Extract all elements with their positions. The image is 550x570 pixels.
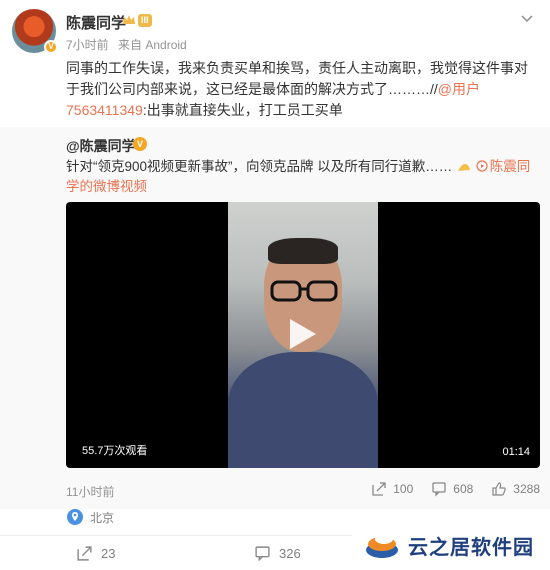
watermark: 云之居软件园	[352, 521, 550, 570]
repost-like-button[interactable]: 3288	[491, 481, 540, 497]
chevron-down-icon[interactable]	[518, 9, 536, 27]
watermark-logo-icon	[366, 533, 398, 558]
post-header: V 陈震同学 III 7小时前 来自 Android	[12, 9, 538, 54]
share-icon	[77, 546, 92, 561]
repost-footer: 11小时前 100 608 3288	[66, 481, 540, 501]
video-player[interactable]: 55.7万次观看 01:14	[66, 202, 540, 468]
post-meta: 7小时前 来自 Android	[66, 36, 187, 53]
post-text-tail: :出事就直接失业，打工员工买单	[142, 102, 343, 118]
comment-button[interactable]: 326	[254, 545, 301, 562]
post-source: 来自 Android	[118, 38, 187, 52]
repost-card: @陈震同学 V 针对“领克900视频更新事故”，向领克品牌 以及所有同行道歉………	[0, 127, 550, 509]
repost-comment-count: 608	[453, 482, 474, 496]
comment-icon	[255, 546, 270, 562]
play-circle-icon	[476, 160, 488, 172]
repost-text: 针对“领克900视频更新事故”，向领克品牌 以及所有同行道歉…… 陈震同学的微博…	[66, 157, 540, 197]
repost-actions: 100 608 3288	[371, 481, 540, 497]
video-person-glasses	[270, 280, 338, 302]
location-tag[interactable]: 北京	[66, 506, 114, 528]
video-duration: 01:14	[502, 446, 530, 458]
repost-like-count: 3288	[513, 482, 540, 496]
video-person-hair	[268, 238, 338, 264]
share-button[interactable]: 23	[76, 545, 115, 562]
location-label: 北京	[90, 510, 115, 525]
repost-comment-button[interactable]: 608	[431, 481, 473, 497]
play-icon[interactable]	[288, 317, 318, 351]
comment-icon	[432, 482, 446, 497]
clap-emoji-icon	[458, 164, 471, 172]
repost-share-button[interactable]: 100	[371, 481, 413, 497]
repost-time[interactable]: 11小时前	[66, 483, 114, 500]
location-pin-icon	[67, 509, 83, 525]
level-badge: III	[138, 14, 152, 27]
repost-username[interactable]: @陈震同学	[66, 136, 136, 156]
repost-share-count: 100	[393, 482, 414, 496]
username[interactable]: 陈震同学	[66, 12, 126, 33]
verified-icon: V	[133, 137, 147, 151]
share-count: 23	[101, 546, 116, 561]
post-text: 同事的工作失误，我来负责买单和挨骂，责任人主动离职，我觉得这件事对于我们公司内部…	[66, 58, 540, 121]
comment-count: 326	[279, 546, 301, 561]
video-person-shirt	[228, 352, 378, 468]
repost-text-body: 针对“领克900视频更新事故”，向领克品牌 以及所有同行道歉……	[66, 159, 453, 174]
watermark-text: 云之居软件园	[408, 537, 534, 559]
thumbs-up-icon	[492, 482, 507, 496]
verified-badge-icon: V	[44, 40, 58, 54]
crown-icon	[123, 15, 135, 24]
post-time[interactable]: 7小时前	[66, 38, 109, 52]
video-views: 55.7万次观看	[82, 445, 148, 457]
share-icon	[372, 482, 386, 496]
